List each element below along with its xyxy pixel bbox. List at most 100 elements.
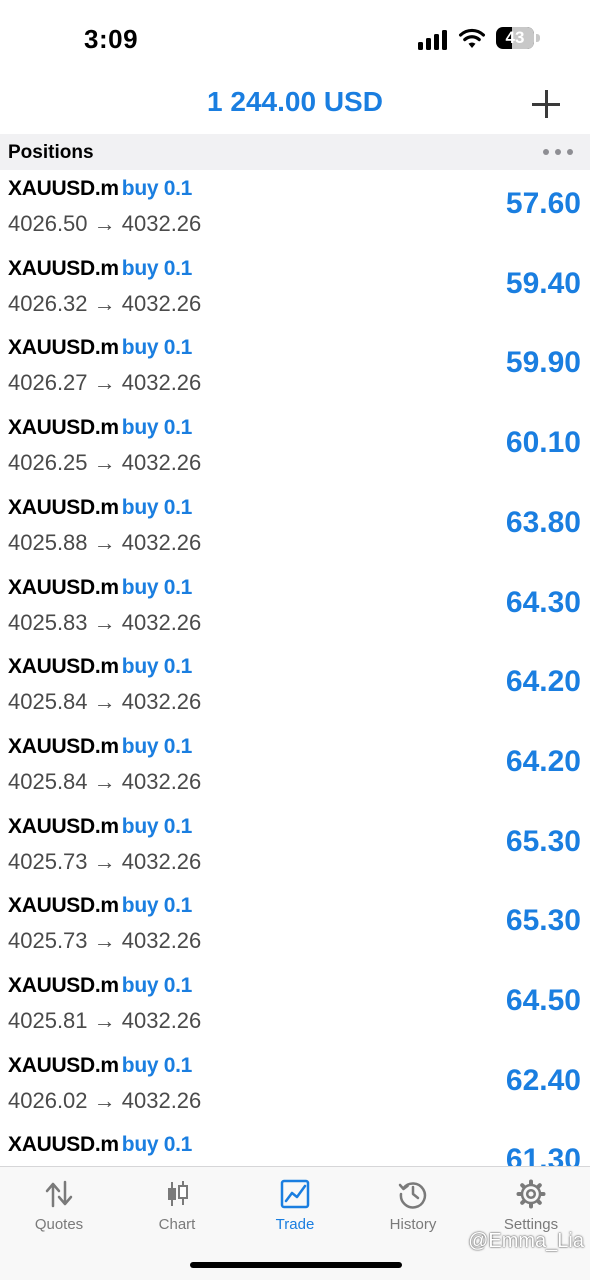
- account-balance: 1 244.00 USD: [207, 86, 383, 117]
- position-side: buy 0.1: [121, 894, 193, 918]
- position-prices: 4025.73 → 4032.26: [8, 848, 202, 874]
- position-symbol: XAUUSD.m: [8, 1133, 119, 1157]
- position-row[interactable]: XAUUSD.m buy 0.1 4025.73 → 4032.26 65.30: [0, 887, 590, 967]
- position-profit: 63.80: [505, 505, 581, 539]
- tab-label: Chart: [158, 1216, 196, 1233]
- position-row[interactable]: XAUUSD.m buy 0.1 4025.83 → 4032.26 64.30: [0, 569, 590, 649]
- position-symbol: XAUUSD.m: [8, 177, 119, 200]
- cellular-signal-icon: [418, 30, 448, 50]
- position-header: XAUUSD.m buy 0.1: [8, 815, 192, 839]
- position-symbol: XAUUSD.m: [8, 495, 119, 519]
- home-indicator[interactable]: [190, 1262, 402, 1268]
- position-side: buy 0.1: [121, 1133, 193, 1157]
- position-symbol: XAUUSD.m: [8, 814, 119, 838]
- position-side: buy 0.1: [121, 1053, 193, 1077]
- position-side: buy 0.1: [121, 416, 193, 440]
- position-symbol: XAUUSD.m: [8, 974, 119, 997]
- position-profit: 60.10: [505, 426, 581, 460]
- position-symbol: XAUUSD.m: [8, 256, 119, 280]
- tab-history[interactable]: History: [354, 1167, 472, 1247]
- position-row[interactable]: XAUUSD.m buy 0.1 4026.32 → 4032.26 59.40: [0, 250, 590, 330]
- tab-label: History: [389, 1216, 437, 1233]
- position-prices: 4025.84 → 4032.26: [8, 768, 202, 794]
- position-row[interactable]: XAUUSD.m buy 0.1 4025.81 → 4032.26 64.50: [0, 967, 590, 1047]
- position-side: buy 0.1: [121, 336, 193, 360]
- status-bar: 3:09 43: [0, 0, 590, 80]
- position-side: buy 0.1: [121, 974, 193, 997]
- tab-chart[interactable]: Chart: [118, 1167, 236, 1247]
- position-profit: 65.30: [505, 824, 581, 858]
- position-row[interactable]: XAUUSD.m buy 0.1 4026.25 → 4032.26 60.10: [0, 409, 590, 489]
- position-symbol: XAUUSD.m: [8, 416, 119, 440]
- position-header: XAUUSD.m buy 0.1: [8, 496, 192, 520]
- position-profit: 64.30: [505, 585, 581, 619]
- position-header: XAUUSD.m buy 0.1: [8, 974, 192, 998]
- battery-icon: 43: [496, 27, 540, 49]
- tab-quotes[interactable]: Quotes: [0, 1167, 118, 1247]
- gear-icon: [516, 1179, 546, 1209]
- position-header: XAUUSD.m buy 0.1: [8, 177, 192, 201]
- positions-section-header: Positions: [0, 134, 590, 170]
- position-row[interactable]: XAUUSD.m buy 0.1 61.30: [0, 1126, 590, 1166]
- position-row[interactable]: XAUUSD.m buy 0.1 4026.02 → 4032.26 62.40: [0, 1047, 590, 1127]
- tab-label: Trade: [275, 1216, 315, 1233]
- battery-level: 43: [505, 28, 525, 47]
- position-side: buy 0.1: [121, 256, 193, 280]
- position-prices: 4026.25 → 4032.26: [8, 450, 202, 476]
- position-side: buy 0.1: [121, 575, 193, 599]
- position-symbol: XAUUSD.m: [8, 1053, 119, 1077]
- tab-trade[interactable]: Trade: [236, 1167, 354, 1247]
- position-side: buy 0.1: [121, 177, 193, 200]
- status-time: 3:09: [84, 24, 139, 54]
- position-profit: 65.30: [505, 904, 581, 938]
- quotes-arrows-icon: [45, 1180, 73, 1208]
- position-header: XAUUSD.m buy 0.1: [8, 655, 192, 679]
- plus-icon[interactable]: [532, 90, 560, 118]
- trade-chart-icon: [280, 1179, 310, 1209]
- position-row[interactable]: XAUUSD.m buy 0.1 4026.27 → 4032.26 59.90: [0, 329, 590, 409]
- position-row[interactable]: XAUUSD.m buy 0.1 4026.50 → 4032.26 57.60: [0, 170, 590, 250]
- position-profit: 62.40: [505, 1063, 581, 1097]
- position-prices: 4026.02 → 4032.26: [8, 1087, 202, 1113]
- position-profit: 64.20: [505, 744, 581, 778]
- positions-list: XAUUSD.m buy 0.1 4026.50 → 4032.26 57.60 XAU…: [0, 170, 590, 1166]
- position-symbol: XAUUSD.m: [8, 336, 119, 360]
- position-row[interactable]: XAUUSD.m buy 0.1 4025.84 → 4032.26 64.20: [0, 728, 590, 808]
- position-prices: 4026.27 → 4032.26: [8, 370, 202, 396]
- position-symbol: XAUUSD.m: [8, 734, 119, 758]
- position-symbol: XAUUSD.m: [8, 655, 119, 679]
- candlestick-icon: [168, 1181, 188, 1206]
- position-profit: 64.20: [505, 665, 581, 699]
- position-prices: 4025.84 → 4032.26: [8, 689, 202, 715]
- position-profit: 61.30: [505, 1143, 581, 1166]
- position-prices: 4026.32 → 4032.26: [8, 290, 202, 316]
- position-header: XAUUSD.m buy 0.1: [8, 735, 192, 759]
- position-prices: 4025.73 → 4032.26: [8, 928, 202, 954]
- tab-label: Quotes: [34, 1216, 84, 1233]
- position-header: XAUUSD.m buy 0.1: [8, 1133, 192, 1157]
- position-prices: 4026.50 → 4032.26: [8, 211, 202, 236]
- position-header: XAUUSD.m buy 0.1: [8, 576, 192, 600]
- position-symbol: XAUUSD.m: [8, 894, 119, 918]
- position-side: buy 0.1: [121, 814, 193, 838]
- position-row[interactable]: XAUUSD.m buy 0.1 4025.88 → 4032.26 63.80: [0, 489, 590, 569]
- more-horizontal-icon[interactable]: [543, 149, 573, 155]
- wifi-icon: [459, 28, 485, 48]
- position-profit: 59.40: [505, 266, 581, 300]
- position-profit: 59.90: [505, 346, 581, 380]
- watermark: @Emma_Lia: [468, 1230, 584, 1252]
- header: 1 244.00 USD: [0, 80, 590, 134]
- position-side: buy 0.1: [121, 734, 193, 758]
- position-prices: 4025.81 → 4032.26: [8, 1008, 202, 1033]
- position-prices: 4025.83 → 4032.26: [8, 609, 202, 635]
- position-side: buy 0.1: [121, 495, 193, 519]
- position-header: XAUUSD.m buy 0.1: [8, 894, 192, 918]
- position-header: XAUUSD.m buy 0.1: [8, 1054, 192, 1078]
- position-header: XAUUSD.m buy 0.1: [8, 257, 192, 281]
- section-title: Positions: [8, 142, 94, 163]
- position-side: buy 0.1: [121, 655, 193, 679]
- history-clock-icon: [398, 1182, 427, 1209]
- position-row[interactable]: XAUUSD.m buy 0.1 4025.84 → 4032.26 64.20: [0, 648, 590, 728]
- position-row[interactable]: XAUUSD.m buy 0.1 4025.73 → 4032.26 65.30: [0, 808, 590, 888]
- position-symbol: XAUUSD.m: [8, 575, 119, 599]
